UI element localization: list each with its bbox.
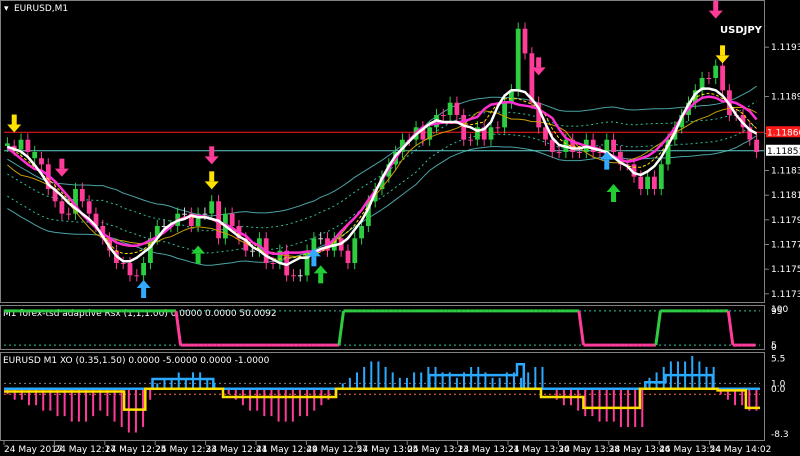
candle-body	[454, 102, 460, 115]
candle-body	[447, 102, 453, 115]
candle-body	[229, 213, 235, 226]
candle-body	[25, 139, 31, 152]
candle-body	[549, 139, 555, 152]
candle-body	[318, 238, 324, 240]
xo-y-tick-label: -8.3	[771, 430, 789, 440]
xo-y-tick-label: 0.0	[771, 385, 786, 395]
candle-body	[39, 158, 44, 165]
arrow-shaft	[318, 273, 324, 284]
candle-body	[515, 28, 521, 91]
arrow-shaft	[141, 288, 147, 298]
candle-body	[359, 226, 364, 239]
arrow-shaft	[311, 256, 317, 267]
y-tick-label: 1.11835	[771, 167, 800, 177]
candle-body	[18, 139, 24, 150]
price-tag-label: 1.11851	[767, 147, 800, 157]
candle-body	[577, 152, 582, 153]
x-tick-label: 24 May 14:02	[710, 445, 772, 455]
arrow-shaft	[209, 146, 215, 157]
dropdown-triangle-icon[interactable]: ▾	[4, 4, 9, 14]
xo-indicator-title: EURUSD M1 XO (0.35,1.50) 0.0000 -5.0000 …	[3, 356, 270, 366]
y-tick-label: 1.11775	[771, 241, 800, 251]
symbol-title: EURUSD,M1	[14, 4, 68, 14]
candle-body	[597, 152, 603, 153]
arrow-shaft	[59, 158, 65, 169]
candle-body	[250, 250, 255, 252]
candle-body	[32, 152, 38, 159]
trading-chart[interactable]: ▾ EURUSD,M1 USDJPY M1 forex-tsd adaptive…	[0, 0, 800, 456]
candle-body	[720, 65, 725, 91]
arrow-shaft	[713, 0, 719, 11]
y-tick-label: 1.11795	[771, 216, 800, 226]
overlay-symbol-label: USDJPY	[720, 25, 763, 36]
candle-body	[556, 152, 562, 153]
candle-body	[270, 263, 276, 264]
candle-body	[604, 139, 610, 152]
arrow-shaft	[195, 253, 201, 264]
rsx-y-tick-label: 95	[771, 307, 782, 317]
price-tag-label: 1.11866	[767, 128, 800, 138]
candle-body	[529, 53, 535, 103]
candle-body	[652, 176, 657, 189]
arrow-shaft	[720, 45, 726, 56]
arrow-shaft	[611, 192, 617, 202]
arrow-shaft	[11, 114, 17, 125]
candle-body	[502, 102, 507, 128]
candle-body	[461, 115, 467, 140]
arrow-shaft	[536, 57, 542, 68]
candle-body	[120, 263, 126, 264]
candle-body	[134, 275, 140, 277]
candle-body	[638, 176, 644, 189]
candle-body	[127, 263, 133, 276]
candle-body	[495, 127, 501, 129]
candle-body	[345, 250, 351, 263]
candle-body	[141, 263, 146, 276]
candle-body	[468, 139, 473, 141]
y-tick-label: 1.11815	[771, 191, 800, 201]
candle-body	[522, 28, 528, 54]
candle-body	[706, 78, 712, 79]
y-tick-label: 1.11755	[771, 265, 800, 275]
xo-y-tick-label: 5.5	[771, 355, 785, 365]
arrow-shaft	[209, 171, 215, 182]
candle-body	[754, 139, 759, 152]
y-tick-label: 1.11935	[771, 43, 800, 53]
candle-body	[658, 164, 664, 189]
candle-body	[209, 201, 215, 214]
y-tick-label: 1.11895	[771, 93, 800, 103]
candle-body	[352, 238, 358, 263]
candle-body	[59, 201, 65, 214]
candle-body	[440, 115, 446, 116]
y-tick-label: 1.11735	[771, 290, 800, 300]
arrow-shaft	[604, 159, 610, 170]
candle-body	[182, 213, 187, 215]
candle-body	[645, 176, 650, 189]
candle-body	[202, 213, 208, 215]
candle-body	[713, 65, 719, 78]
candle-body	[86, 201, 92, 214]
candle-body	[297, 275, 303, 277]
candle-body	[66, 213, 72, 215]
candle-body	[5, 143, 10, 146]
candle-body	[488, 127, 494, 140]
rsx-y-tick-label: 0	[771, 343, 777, 353]
candle-body	[611, 139, 616, 152]
candle-body	[79, 189, 85, 202]
candle-body	[291, 275, 296, 277]
